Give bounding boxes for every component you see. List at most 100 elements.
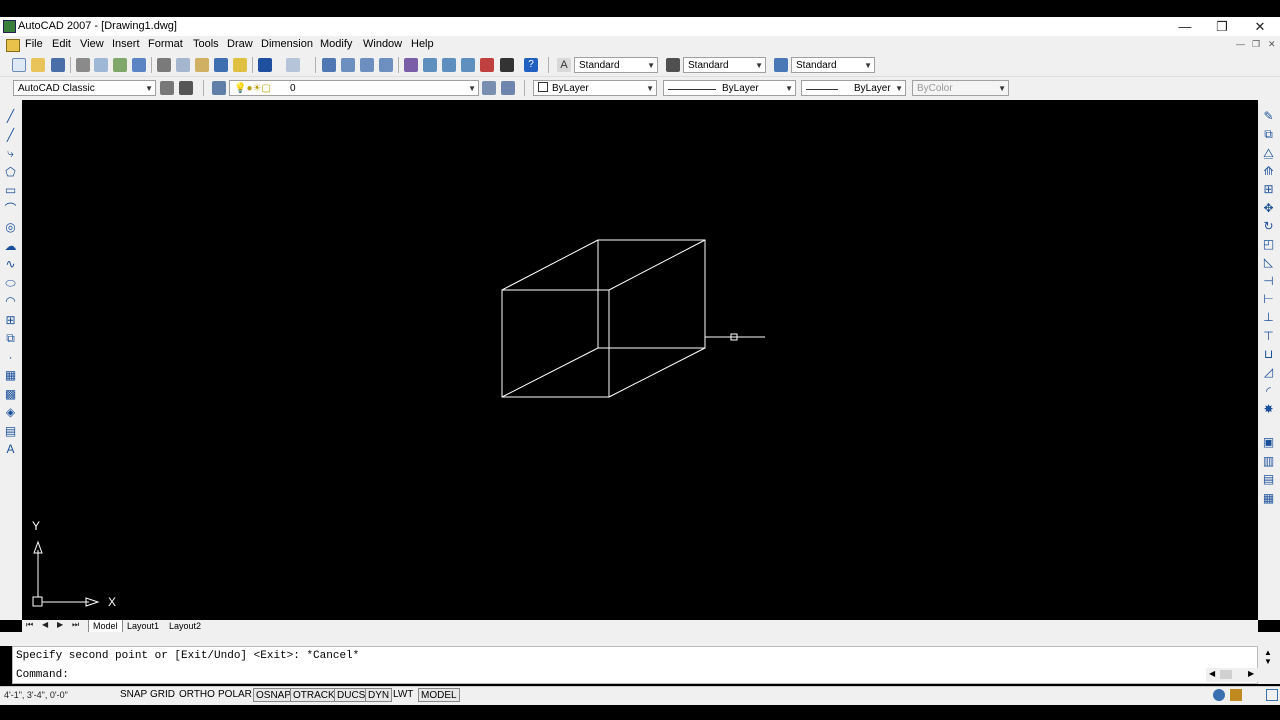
match-properties-icon[interactable] (214, 58, 228, 72)
menu-dimension[interactable]: Dimension (261, 38, 313, 50)
menu-draw[interactable]: Draw (227, 38, 253, 50)
minimize-button[interactable]: — (1166, 17, 1204, 36)
point-icon[interactable]: · (4, 350, 17, 364)
save-icon[interactable] (51, 58, 65, 72)
insert-block-icon[interactable]: ⊞ (4, 313, 17, 327)
workspace-select[interactable]: AutoCAD Classic ▼ (13, 80, 156, 96)
redo-icon[interactable] (286, 58, 300, 72)
dim-style-select[interactable]: Standard ▼ (683, 57, 766, 73)
offset-icon[interactable]: ⟰ (1262, 164, 1275, 178)
last-tab-icon[interactable]: ⏭ (72, 620, 79, 630)
layer-previous-icon[interactable] (501, 81, 515, 95)
communication-center-icon[interactable] (1213, 689, 1225, 701)
zoom-window-icon[interactable] (360, 58, 374, 72)
explode-icon[interactable]: ✸ (1262, 402, 1275, 416)
doc-minimize-button[interactable]: — (1236, 39, 1245, 49)
scroll-up-icon[interactable]: ▲ (1264, 648, 1272, 657)
ellipse-arc-icon[interactable]: ◠ (4, 295, 17, 308)
copy-icon[interactable]: ⧉ (1262, 128, 1275, 141)
draworder-front-icon[interactable]: ▣ (1262, 436, 1275, 449)
doc-close-button[interactable]: ✕ (1268, 39, 1276, 50)
next-tab-icon[interactable]: ▶ (57, 620, 63, 629)
scroll-left-icon[interactable]: ◀ (1209, 669, 1215, 678)
draworder-back-icon[interactable]: ▥ (1262, 454, 1275, 468)
extend-icon[interactable]: ⊢ (1262, 293, 1275, 306)
menu-tools[interactable]: Tools (193, 38, 219, 50)
table-style-select[interactable]: Standard ▼ (791, 57, 875, 73)
help-icon[interactable]: ? (524, 58, 538, 72)
status-otrack-button[interactable]: OTRACK (290, 688, 338, 702)
dim-style-icon[interactable] (666, 58, 680, 72)
doc-restore-button[interactable]: ❐ (1252, 39, 1260, 50)
scroll-down-icon[interactable]: ▼ (1264, 657, 1272, 666)
draworder-above-icon[interactable]: ▤ (1262, 473, 1275, 486)
scroll-thumb[interactable] (1220, 670, 1232, 679)
cut-icon[interactable] (157, 58, 171, 72)
lineweight-select[interactable]: ByLayer ▼ (801, 80, 906, 96)
line-icon[interactable]: ╱ (4, 110, 17, 123)
break-at-point-icon[interactable]: ⊥ (1262, 311, 1275, 324)
table-icon[interactable]: ▤ (4, 424, 17, 438)
drawing-canvas[interactable]: Y X (22, 100, 1258, 620)
chamfer-icon[interactable]: ◿ (1262, 366, 1275, 379)
construction-line-icon[interactable]: ╱ (4, 128, 17, 142)
status-grid-button[interactable]: GRID (148, 688, 177, 702)
new-icon[interactable] (12, 58, 26, 72)
markup-icon[interactable] (480, 58, 494, 72)
layer-manager-icon[interactable] (212, 81, 226, 95)
status-model-button[interactable]: MODEL (418, 688, 460, 702)
mirror-icon[interactable]: ⧋ (1262, 146, 1275, 160)
scroll-right-icon[interactable]: ▶ (1248, 669, 1254, 678)
move-icon[interactable]: ✥ (1262, 201, 1275, 215)
menu-help[interactable]: Help (411, 38, 434, 50)
trim-icon[interactable]: ⊣ (1262, 274, 1275, 288)
tab-layout2[interactable]: Layout2 (165, 620, 205, 632)
tool-palettes-icon[interactable] (442, 58, 456, 72)
command-window[interactable]: Specify second point or [Exit/Undo] <Exi… (12, 646, 1258, 684)
circle-icon[interactable]: ◎ (4, 221, 17, 234)
draworder-under-icon[interactable]: ▦ (1262, 491, 1275, 505)
menu-format[interactable]: Format (148, 38, 183, 50)
linetype-select[interactable]: ByLayer ▼ (663, 80, 796, 96)
cursor-coordinates[interactable]: 4'-1", 3'-4", 0'-0" (4, 690, 68, 700)
block-editor-icon[interactable] (233, 58, 247, 72)
autocad-app-icon[interactable] (3, 20, 16, 33)
command-hscroll[interactable]: ◀ ▶ (1206, 668, 1258, 682)
status-osnap-button[interactable]: OSNAP (253, 688, 295, 702)
rectangle-icon[interactable]: ▭ (4, 184, 17, 197)
publish-icon[interactable] (113, 58, 127, 72)
status-lwt-button[interactable]: LWT (391, 688, 415, 702)
calculator-icon[interactable] (500, 58, 514, 72)
first-tab-icon[interactable]: ⏮ (26, 620, 33, 630)
plot-icon[interactable] (76, 58, 90, 72)
fillet-icon[interactable]: ◜ (1262, 384, 1275, 398)
arc-icon[interactable]: ⌒ (4, 202, 17, 216)
array-icon[interactable]: ⊞ (1262, 183, 1275, 196)
ellipse-icon[interactable]: ⬭ (4, 276, 17, 290)
spline-icon[interactable]: ∿ (4, 258, 17, 271)
break-icon[interactable]: ⊤ (1262, 329, 1275, 343)
menu-view[interactable]: View (80, 38, 104, 50)
zoom-previous-icon[interactable] (379, 58, 393, 72)
rotate-icon[interactable]: ↻ (1262, 219, 1275, 233)
toolbar-lock-icon[interactable] (1230, 689, 1242, 701)
design-center-icon[interactable] (423, 58, 437, 72)
sheet-set-icon[interactable] (461, 58, 475, 72)
pan-icon[interactable] (322, 58, 336, 72)
open-icon[interactable] (31, 58, 45, 72)
menu-insert[interactable]: Insert (112, 38, 140, 50)
properties-icon[interactable] (404, 58, 418, 72)
tab-layout1[interactable]: Layout1 (123, 620, 163, 632)
close-button[interactable]: ✕ (1241, 17, 1279, 36)
region-icon[interactable]: ◈ (4, 406, 17, 419)
table-style-icon[interactable] (774, 58, 788, 72)
join-icon[interactable]: ⊔ (1262, 347, 1275, 361)
multiline-text-icon[interactable]: A (4, 443, 17, 456)
menu-edit[interactable]: Edit (52, 38, 71, 50)
status-ortho-button[interactable]: ORTHO (177, 688, 217, 702)
polygon-icon[interactable]: ⬠ (4, 165, 17, 179)
prev-tab-icon[interactable]: ◀ (42, 620, 48, 629)
my-workspace-icon[interactable] (179, 81, 193, 95)
box-wireframe[interactable] (501, 239, 706, 398)
status-polar-button[interactable]: POLAR (216, 688, 254, 702)
